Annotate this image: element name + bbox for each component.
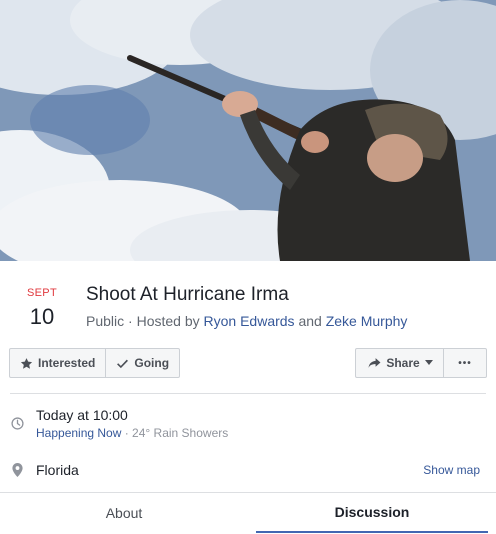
event-privacy: Public <box>86 313 125 329</box>
location-pin-icon <box>12 463 23 477</box>
event-title: Shoot At Hurricane Irma <box>86 284 289 305</box>
clock-icon <box>11 417 24 430</box>
host-link-ryon-edwards[interactable]: Ryon Edwards <box>204 313 295 329</box>
checkmark-icon <box>117 359 129 368</box>
and-text: and <box>294 313 326 329</box>
tab-discussion[interactable]: Discussion <box>256 493 488 533</box>
cover-photo <box>0 0 496 261</box>
show-map-link[interactable]: Show map <box>423 463 480 477</box>
event-meta: Public · Hosted by Ryon Edwards and Zeke… <box>86 313 407 329</box>
hosted-by-text: · Hosted by <box>124 313 204 329</box>
tab-about[interactable]: About <box>0 493 248 533</box>
event-location[interactable]: Florida <box>36 462 79 478</box>
share-arrow-icon <box>368 358 381 368</box>
going-label: Going <box>134 356 170 370</box>
going-button[interactable]: Going <box>105 349 179 377</box>
cover-image <box>0 0 496 261</box>
event-date-month: SEPT <box>27 287 57 299</box>
caret-down-icon <box>424 360 433 365</box>
star-icon <box>20 357 33 369</box>
more-options-button[interactable]: ••• <box>443 348 487 378</box>
interested-button[interactable]: Interested <box>10 349 105 377</box>
happening-now-link[interactable]: Happening Now <box>36 426 121 440</box>
event-time: Today at 10:00 <box>36 407 128 423</box>
more-options-icon: ••• <box>458 357 472 369</box>
event-date: SEPT 10 <box>20 286 64 332</box>
host-link-zeke-murphy[interactable]: Zeke Murphy <box>326 313 408 329</box>
interested-label: Interested <box>38 356 96 370</box>
rsvp-button-group: Interested Going <box>9 348 181 378</box>
event-status-line: Happening Now · 24° Rain Showers <box>36 426 228 440</box>
event-tabs: About Discussion <box>0 492 496 534</box>
weather-text: · 24° Rain Showers <box>121 426 229 440</box>
share-label: Share <box>386 356 420 370</box>
share-button-content: Share <box>356 349 445 377</box>
share-button[interactable]: Share <box>355 348 446 378</box>
event-date-day: 10 <box>29 304 55 329</box>
divider <box>10 393 486 394</box>
